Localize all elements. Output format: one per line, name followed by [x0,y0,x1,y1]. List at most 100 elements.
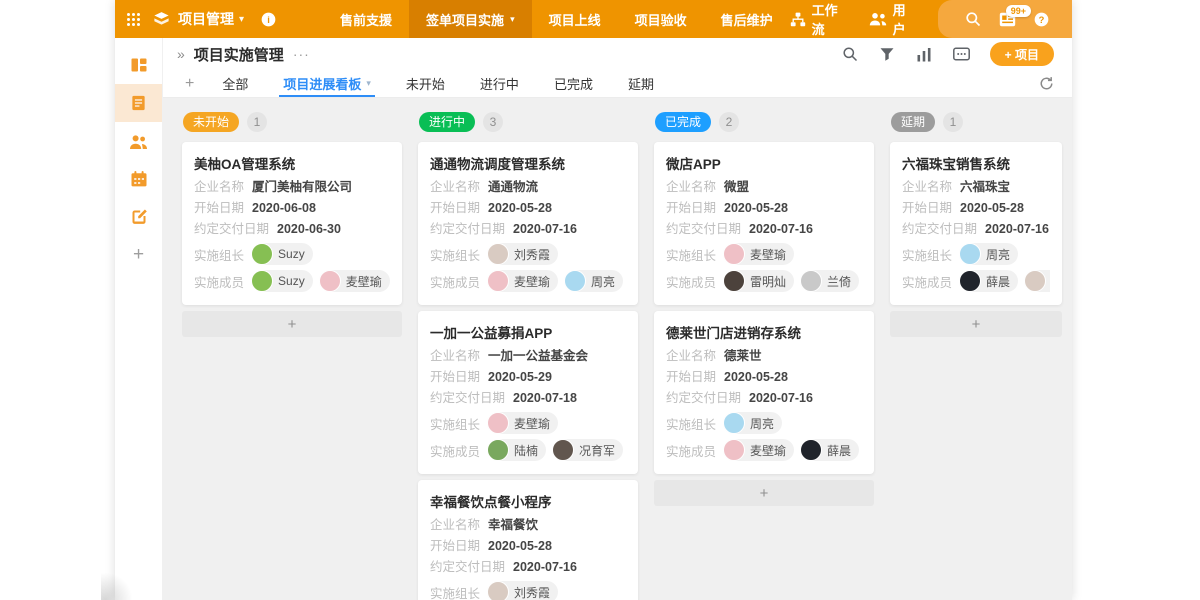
project-card[interactable]: 通通物流调度管理系统企业名称通通物流开始日期2020-05-28约定交付日期20… [418,142,638,305]
avatar [800,439,822,461]
card-count: 1 [247,112,267,132]
card-field-row: 开始日期2020-05-28 [430,539,626,554]
tab-项目进展看板[interactable]: 项目进展看板▾ [279,70,375,97]
tab-进行中[interactable]: 进行中 [476,70,523,97]
field-value: 2020-06-30 [277,222,341,237]
field-label: 约定交付日期 [666,222,741,237]
header-actions: + 项目 [821,42,1054,66]
page-title: 项目实施管理 [194,44,284,65]
field-label: 约定交付日期 [194,222,269,237]
topbar-nav-item[interactable]: 项目验收 [618,0,704,38]
card-people-row: 实施成员Suzy麦壁瑜 [194,270,390,292]
field-label: 实施组长 [194,245,244,264]
field-label: 企业名称 [430,349,480,364]
apps-grid-icon[interactable] [127,13,140,26]
help-icon[interactable]: ? [1034,12,1049,27]
chevron-down-icon: ▾ [366,78,371,89]
view-tabs: + 全部项目进展看板▾ 未开始进行中已完成延期 [163,70,1072,98]
member-chip: 刘秀霞 [1024,270,1050,292]
card-title: 美柚OA管理系统 [194,153,390,173]
card-title: 一加一公益募捐APP [430,322,626,342]
collapse-breadcrumb-icon[interactable]: » [177,46,185,62]
topbar-link[interactable]: 工作流 [790,0,843,38]
topbar-nav-item[interactable]: 售后维护 [704,0,790,38]
search-icon[interactable] [965,11,981,27]
card-field-row: 企业名称幸福餐饮 [430,518,626,533]
card-people-row: 实施成员雷明灿兰倚邱 [666,270,862,292]
sidebar-item-board[interactable] [115,46,162,84]
member-name: 麦壁瑜 [346,273,382,290]
card-count: 2 [719,112,739,132]
topbar-nav-item[interactable]: 售前支援 [323,0,409,38]
field-label: 约定交付日期 [430,560,505,575]
avatar [319,270,341,292]
filter-icon[interactable] [879,47,895,62]
project-card[interactable]: 美柚OA管理系统企业名称厦门美柚有限公司开始日期2020-06-08约定交付日期… [182,142,402,305]
add-project-button[interactable]: + 项目 [990,42,1054,66]
tab-已完成[interactable]: 已完成 [550,70,597,97]
card-field-row: 约定交付日期 2020-06-30 [194,222,390,237]
users-icon [869,12,887,26]
page-header: » 项目实施管理 ··· + 项目 [163,38,1072,70]
sidebar-item-document[interactable] [115,84,162,122]
project-card[interactable]: 微店APP企业名称微盟开始日期2020-05-28约定交付日期2020-07-1… [654,142,874,305]
info-icon[interactable]: i [261,12,276,27]
field-label: 开始日期 [666,201,716,216]
add-card-button[interactable]: + [654,480,874,506]
field-value: 2020-05-28 [724,201,788,216]
chevron-down-icon[interactable]: ▾ [239,14,244,25]
topbar-nav-item[interactable]: 签单项目实施▾ [409,0,532,38]
sidebar-item-compose[interactable] [115,198,162,236]
search-icon[interactable] [842,46,858,62]
tab-延期[interactable]: 延期 [624,70,658,97]
field-label: 约定交付日期 [666,391,741,406]
field-label: 企业名称 [194,180,244,195]
sidebar: + [115,38,163,600]
topbar-link-label: 用户 [893,0,912,38]
project-card[interactable]: 幸福餐饮点餐小程序企业名称幸福餐饮开始日期2020-05-28约定交付日期202… [418,480,638,600]
card-field-row: 开始日期2020-05-28 [666,370,862,385]
member-name: Suzy [278,274,305,288]
card-people-row: 实施组长刘秀霞 [430,243,626,265]
topbar-link[interactable]: 用户 [869,0,912,38]
refresh-icon[interactable] [1039,70,1054,97]
project-card[interactable]: 六福珠宝销售系统企业名称六福珠宝开始日期2020-05-28约定交付日期2020… [890,142,1062,305]
comment-icon[interactable] [953,47,970,62]
member-chip: 刘秀霞 [487,243,558,265]
add-card-button[interactable]: + [182,311,402,337]
calendar-icon [130,170,148,188]
avatar [251,270,273,292]
app-title[interactable]: 项目管理 [178,9,234,29]
card-people-row: 实施组长麦壁瑜 [666,243,862,265]
project-card[interactable]: 德莱世门店进销存系统企业名称德莱世开始日期2020-05-28约定交付日期202… [654,311,874,474]
status-badge: 已完成 [655,112,711,132]
avatar [959,270,981,292]
project-card[interactable]: 一加一公益募捐APP企业名称一加一公益基金会开始日期2020-05-29约定交付… [418,311,638,474]
field-label: 企业名称 [430,180,480,195]
sidebar-item-calendar[interactable] [115,160,162,198]
card-title: 六福珠宝销售系统 [902,153,1050,173]
member-name: 麦壁瑜 [514,415,550,432]
kanban-board: 未开始1美柚OA管理系统企业名称厦门美柚有限公司开始日期2020-06-08约定… [163,98,1072,600]
card-people-row: 实施组长周亮 [666,412,862,434]
plus-icon: + [133,244,144,266]
avatar [487,581,509,600]
more-options-icon[interactable]: ··· [293,46,310,62]
topbar: 项目管理 ▾ i 售前支援签单项目实施▾项目上线项目验收售后维护 工作流 用户 9… [115,0,1072,38]
sidebar-item-plus[interactable]: + [115,236,162,274]
add-view-icon[interactable]: + [185,70,194,97]
sidebar-item-team[interactable] [115,122,162,160]
member-name: 周亮 [591,273,615,290]
card-field-row: 开始日期2020-05-29 [430,370,626,385]
field-label: 开始日期 [666,370,716,385]
member-chip: 周亮 [564,270,623,292]
member-chip: 兰倚 [800,270,859,292]
topbar-nav-item[interactable]: 项目上线 [532,0,618,38]
news-icon[interactable]: 99+ [999,12,1016,27]
add-card-button[interactable]: + [890,311,1062,337]
field-value: 通通物流 [488,180,538,195]
tab-未开始[interactable]: 未开始 [402,70,449,97]
chart-icon[interactable] [916,47,932,62]
card-people-row: 实施成员陆楠况育军 [430,439,626,461]
tab-全部[interactable]: 全部 [218,70,252,97]
